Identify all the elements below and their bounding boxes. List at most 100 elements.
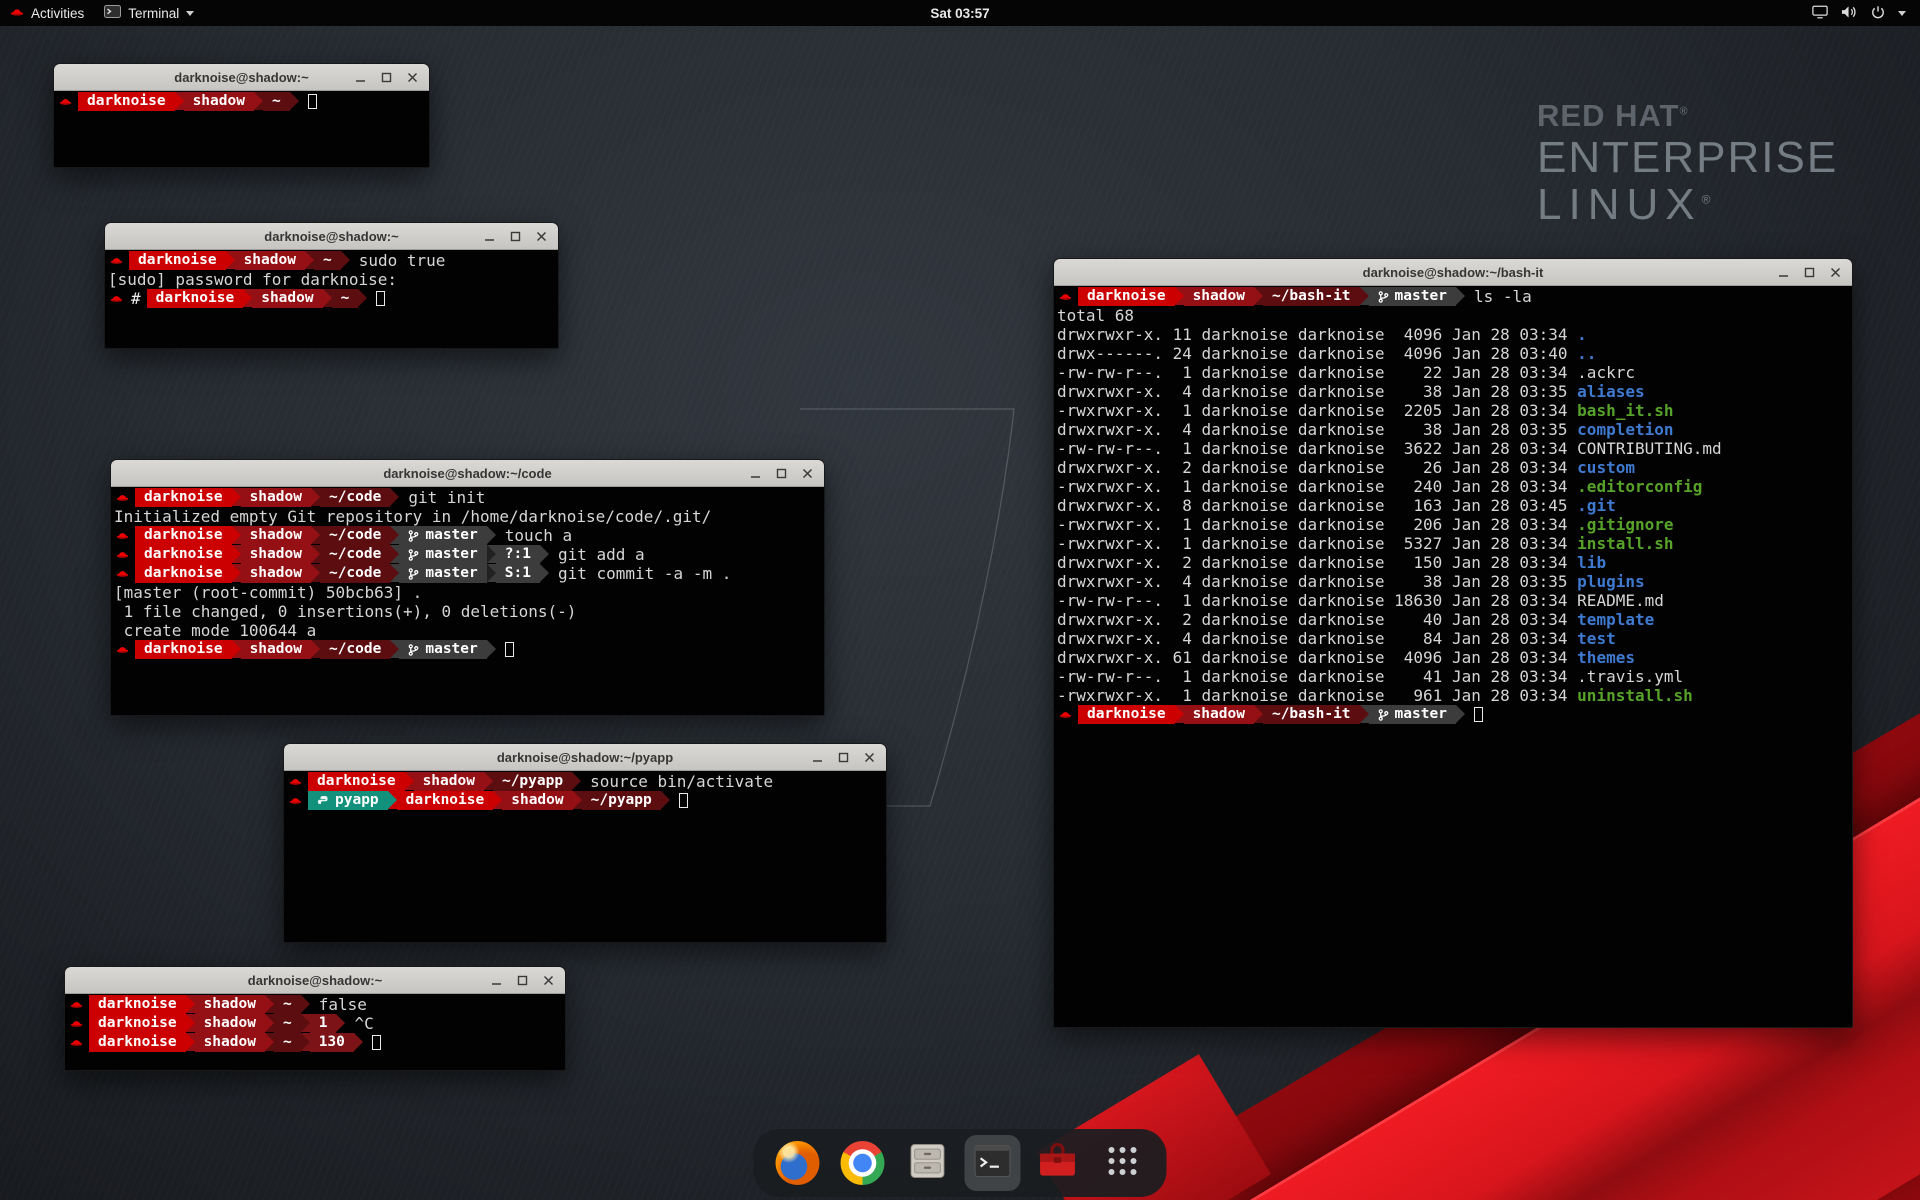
powerline-arrow-icon — [573, 791, 582, 809]
maximize-button[interactable] — [836, 750, 851, 765]
maximize-button[interactable] — [508, 229, 523, 244]
terminal-line: drwxrwxr-x. 4 darknoise darknoise 38 Jan… — [1057, 420, 1849, 439]
dock-item-firefox[interactable] — [770, 1135, 826, 1191]
close-button[interactable] — [541, 973, 556, 988]
terminal-window-exit-codes: darknoise@shadow:~ darknoiseshadow~false… — [64, 966, 566, 1071]
dock-item-terminal[interactable] — [965, 1135, 1021, 1191]
powerline-arrow-icon — [226, 251, 235, 269]
prompt-segment-gits: S:1 — [496, 564, 540, 583]
powerline-arrow-icon — [323, 289, 332, 307]
powerline-arrow-icon — [186, 1014, 195, 1032]
window-titlebar[interactable]: darknoise@shadow:~/code — [111, 460, 824, 487]
close-button[interactable] — [800, 466, 815, 481]
terminal-cursor — [505, 642, 514, 657]
window-titlebar[interactable]: darknoise@shadow:~ — [54, 64, 429, 91]
terminal-content[interactable]: darknoiseshadow~/codegit initInitialized… — [111, 487, 824, 715]
terminal-text: [master (root-commit) 50bcb63] . — [114, 583, 422, 602]
rhel-brand-line2: ENTERPRISE — [1537, 135, 1838, 181]
prompt-segment-path: ~/bash-it — [1263, 287, 1360, 306]
powerline-arrow-icon — [1360, 287, 1369, 305]
terminal-line: drwxrwxr-x. 4 darknoise darknoise 38 Jan… — [1057, 572, 1849, 591]
terminal-text: -rw-rw-r--. 1 darknoise darknoise 22 Jan… — [1057, 363, 1577, 382]
prompt-segment-path: ~ — [314, 251, 341, 270]
close-button[interactable] — [534, 229, 549, 244]
terminal-text: .ackrc — [1577, 363, 1635, 382]
terminal-window-bash-it: darknoise@shadow:~/bash-it darknoiseshad… — [1053, 258, 1853, 1028]
terminal-content[interactable]: darknoiseshadow~/pyappsource bin/activat… — [284, 771, 886, 942]
terminal-text: aliases — [1577, 382, 1644, 401]
minimize-button[interactable] — [353, 70, 368, 85]
window-titlebar[interactable]: darknoise@shadow:~ — [105, 223, 558, 250]
close-button[interactable] — [405, 70, 420, 85]
prompt-segment-user: darknoise — [89, 995, 186, 1014]
rhel-brand-line3: LINUX® — [1537, 182, 1838, 228]
prompt-segment-host: shadow — [241, 526, 311, 545]
terminal-content[interactable]: darknoiseshadow~sudo true[sudo] password… — [105, 250, 558, 348]
powerline-arrow-icon — [1254, 705, 1263, 723]
powerline-arrow-icon — [1175, 705, 1184, 723]
dock-item-toolbox[interactable] — [1030, 1135, 1086, 1191]
terminal-line: -rw-rw-r--. 1 darknoise darknoise 22 Jan… — [1057, 363, 1849, 382]
terminal-line: darknoiseshadow~sudo true — [108, 251, 555, 270]
dock-item-files[interactable] — [900, 1135, 956, 1191]
powerline-arrow-icon — [290, 92, 299, 110]
maximize-button[interactable] — [1802, 265, 1817, 280]
minimize-button[interactable] — [748, 466, 763, 481]
maximize-button[interactable] — [774, 466, 789, 481]
window-titlebar[interactable]: darknoise@shadow:~/pyapp — [284, 744, 886, 771]
window-titlebar[interactable]: darknoise@shadow:~/bash-it — [1054, 259, 1852, 286]
terminal-text: drwxrwxr-x. 61 darknoise darknoise 4096 … — [1057, 648, 1577, 667]
minimize-button[interactable] — [489, 973, 504, 988]
powerline-arrow-icon — [390, 640, 399, 658]
prompt-segment-host: shadow — [195, 1014, 265, 1033]
dock-item-chrome[interactable] — [835, 1135, 891, 1191]
powerline-arrow-icon — [243, 289, 252, 307]
display-icon[interactable] — [1812, 5, 1828, 22]
prompt-segment-host: shadow — [184, 92, 254, 111]
terminal-text: -rwxrwxr-x. 1 darknoise darknoise 2205 J… — [1057, 401, 1577, 420]
prompt-segment-user: darknoise — [1078, 705, 1175, 724]
terminal-content[interactable]: darknoiseshadow~/bash-itmasterls -latota… — [1054, 286, 1852, 1027]
clock[interactable]: Sat 03:57 — [0, 6, 1920, 21]
minimize-button[interactable] — [810, 750, 825, 765]
close-button[interactable] — [862, 750, 877, 765]
terminal-text: Initialized empty Git repository in /hom… — [114, 507, 711, 526]
volume-icon[interactable] — [1841, 5, 1858, 22]
terminal-text: drwxrwxr-x. 11 darknoise darknoise 4096 … — [1057, 325, 1577, 344]
window-title: darknoise@shadow:~/code — [111, 466, 824, 481]
minimize-button[interactable] — [482, 229, 497, 244]
prompt-segment-path: ~/code — [320, 526, 390, 545]
prompt-segment-host: shadow — [195, 995, 265, 1014]
power-icon[interactable] — [1871, 5, 1885, 22]
prompt-segment-host: shadow — [241, 545, 311, 564]
terminal-content[interactable]: darknoiseshadow~falsedarknoiseshadow~1^C… — [65, 994, 565, 1070]
terminal-line: darknoiseshadow~130 — [68, 1033, 562, 1052]
terminal-line: [sudo] password for darknoise: — [108, 270, 555, 289]
terminal-content[interactable]: darknoiseshadow~ — [54, 91, 429, 167]
powerline-arrow-icon — [1175, 287, 1184, 305]
maximize-button[interactable] — [515, 973, 530, 988]
terminal-text: completion — [1577, 420, 1673, 439]
terminal-cursor — [376, 291, 385, 306]
window-title: darknoise@shadow:~/bash-it — [1054, 265, 1852, 280]
powerline-arrow-icon — [487, 545, 496, 563]
close-button[interactable] — [1828, 265, 1843, 280]
system-menu-arrow-icon[interactable] — [1898, 11, 1906, 16]
terminal-cursor — [679, 793, 688, 808]
window-titlebar[interactable]: darknoise@shadow:~ — [65, 967, 565, 994]
prompt-segment-git: master — [399, 526, 486, 545]
terminal-line: -rw-rw-r--. 1 darknoise darknoise 18630 … — [1057, 591, 1849, 610]
prompt-segment-path: ~/pyapp — [493, 772, 572, 791]
prompt-segment-git: master — [399, 640, 486, 659]
prompt-segment-user: darknoise — [135, 526, 232, 545]
powerline-arrow-icon — [186, 1033, 195, 1051]
window-title: darknoise@shadow:~/pyapp — [284, 750, 886, 765]
dock-item-show-applications[interactable] — [1095, 1135, 1151, 1191]
terminal-window-pyapp: darknoise@shadow:~/pyapp darknoiseshadow… — [283, 743, 887, 943]
minimize-button[interactable] — [1776, 265, 1791, 280]
prompt-segment-host: shadow — [414, 772, 484, 791]
maximize-button[interactable] — [379, 70, 394, 85]
terminal-cursor — [1474, 707, 1483, 722]
powerline-arrow-icon — [232, 545, 241, 563]
terminal-text: -rw-rw-r--. 1 darknoise darknoise 3622 J… — [1057, 439, 1577, 458]
